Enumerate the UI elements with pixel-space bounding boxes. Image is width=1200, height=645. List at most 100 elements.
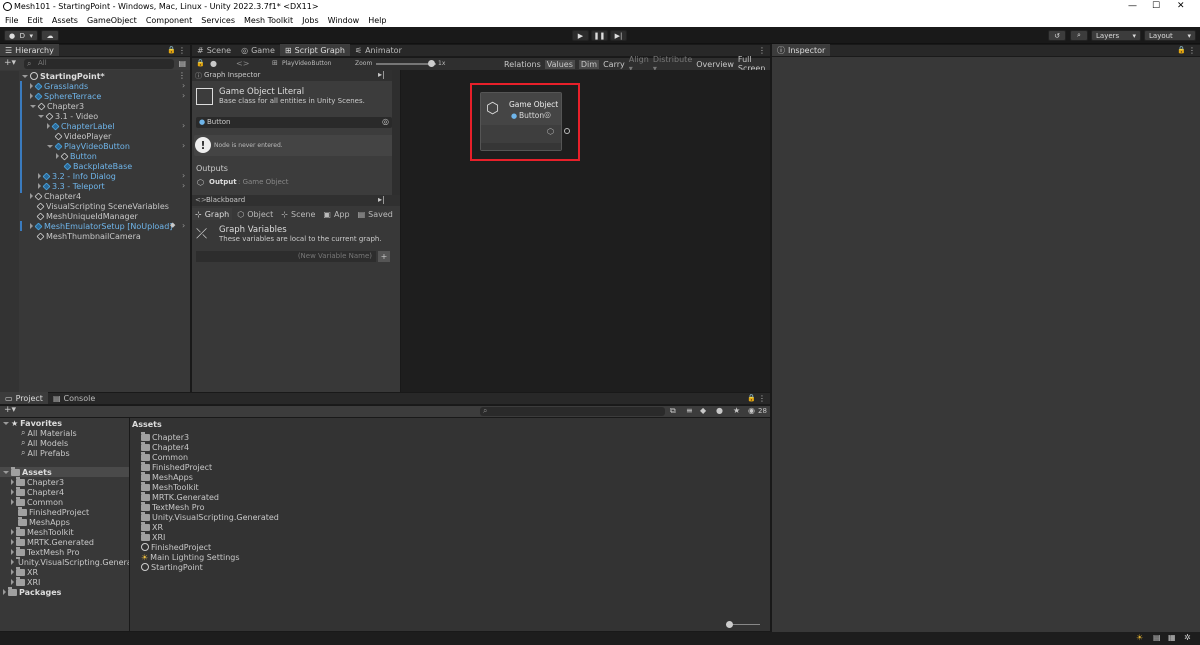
tree-row-backplatebase[interactable]: BackplateBase (63, 161, 132, 171)
cloud-button[interactable]: ☁ (41, 30, 59, 41)
object-picker-icon[interactable]: ◎ (544, 110, 551, 119)
close-button[interactable]: ✕ (1177, 1, 1185, 11)
kebab-menu-icon[interactable]: ⋮ (178, 71, 186, 80)
tree-row-startingpoint[interactable]: StartingPoint* (22, 71, 105, 81)
tree-row-chapterlabel[interactable]: ChapterLabel (47, 121, 115, 131)
chevron-right-icon[interactable]: › (182, 181, 185, 190)
add-variable-button[interactable]: + (378, 251, 390, 262)
dim-button[interactable]: Dim (578, 59, 600, 69)
expand-icon[interactable] (22, 74, 28, 78)
tree-folder[interactable]: MeshToolkit (11, 526, 74, 537)
tree-folder[interactable]: FinishedProject (18, 506, 89, 517)
cache-server-icon[interactable]: ▤ (1153, 633, 1161, 642)
graph-node-game-object[interactable]: ⬡ Game Object ● Button ◎ ⬡ (480, 92, 562, 151)
asset-file[interactable]: StartingPoint (141, 562, 203, 572)
expand-icon[interactable] (38, 173, 41, 179)
expand-icon[interactable] (30, 83, 33, 89)
expand-icon[interactable] (11, 479, 14, 485)
menu-jobs[interactable]: Jobs (302, 16, 319, 25)
tree-folder[interactable]: Chapter3 (11, 476, 64, 487)
tag-icon[interactable]: ◆ (700, 406, 706, 415)
expand-icon[interactable] (11, 579, 14, 585)
favorites-row[interactable]: ★ Favorites (3, 418, 62, 428)
tree-row-3-3-teleport[interactable]: 3.3 - Teleport (38, 181, 105, 191)
tab-project[interactable]: ▭ Project (0, 392, 48, 404)
asset-file[interactable]: ☀ Main Lighting Settings (141, 552, 240, 562)
overview-button[interactable]: Overview (696, 60, 734, 69)
dock-icon[interactable]: ▸| (378, 70, 385, 79)
minimize-button[interactable]: — (1128, 1, 1137, 11)
asset-folder[interactable]: MRTK.Generated (141, 491, 219, 502)
tree-folder[interactable]: MRTK.Generated (11, 536, 94, 547)
tree-row-videoplayer[interactable]: VideoPlayer (54, 131, 111, 141)
tab-scene[interactable]: # Scene (192, 44, 236, 56)
expand-icon[interactable] (38, 183, 41, 189)
asset-folder[interactable]: Chapter4 (141, 441, 189, 452)
add-icon[interactable]: +▾ (4, 58, 16, 68)
tree-row-3-1-video[interactable]: 3.1 - Video (38, 111, 98, 121)
chevron-right-icon[interactable]: › (182, 121, 185, 130)
zoom-slider-handle[interactable] (428, 60, 436, 67)
favorite-item[interactable]: ⌕ All Models (21, 438, 68, 448)
layout-dropdown[interactable]: Layout ▾ (1144, 30, 1196, 41)
pause-button[interactable]: ❚❚ (591, 30, 608, 41)
tree-row-playvideobutton[interactable]: PlayVideoButton (47, 141, 130, 151)
expand-icon[interactable] (3, 589, 6, 595)
menu-assets[interactable]: Assets (52, 16, 78, 25)
project-search-input[interactable]: ⌕ (480, 406, 665, 416)
new-variable-name-input[interactable]: (New Variable Name) (196, 251, 376, 262)
dock-icon[interactable]: ▸| (378, 195, 385, 204)
tree-folder[interactable]: MeshApps (18, 516, 70, 527)
expand-icon[interactable] (11, 569, 14, 575)
favorite-item[interactable]: ⌕ All Materials (21, 428, 77, 438)
favorite-item[interactable]: ⌕ All Prefabs (21, 448, 70, 458)
tab-graph[interactable]: ⊹ Graph (192, 208, 233, 220)
menu-file[interactable]: File (5, 16, 18, 25)
expand-icon[interactable] (3, 470, 9, 474)
asset-folder[interactable]: Common (141, 451, 188, 462)
step-button[interactable]: ▶| (610, 30, 627, 41)
tree-folder[interactable]: XRI (11, 576, 40, 587)
asset-folder[interactable]: Unity.VisualScripting.Generated (141, 511, 279, 522)
tree-row-meshuniqueidmanager[interactable]: MeshUniqueIdManager (36, 211, 138, 221)
expand-icon[interactable] (30, 93, 33, 99)
asset-folder[interactable]: XR (141, 521, 163, 532)
expand-icon[interactable] (11, 559, 14, 565)
tab-scene-vars[interactable]: ⊹ Scene (278, 208, 318, 220)
filter-icon[interactable]: ▤ (178, 59, 186, 68)
history-button[interactable]: ↺ (1048, 30, 1066, 41)
asset-folder[interactable]: MeshApps (141, 471, 193, 482)
tab-script-graph[interactable]: ⊞ Script Graph (279, 44, 350, 56)
debug-icon[interactable]: ✲ (1184, 633, 1191, 642)
expand-icon[interactable] (38, 114, 44, 118)
search-by-type-icon[interactable]: ⧉ (670, 406, 676, 416)
chevron-right-icon[interactable]: › (182, 81, 185, 90)
asset-folder[interactable]: Chapter3 (141, 431, 189, 442)
tab-console[interactable]: ▤ Console (48, 392, 100, 404)
lighting-icon[interactable]: ☀ (1136, 633, 1143, 642)
asset-folder[interactable]: TextMesh Pro (141, 501, 204, 512)
packages-row[interactable]: Packages (3, 586, 61, 597)
graph-canvas[interactable]: ⬡ Game Object ● Button ◎ ⬡ (401, 70, 770, 392)
output-port[interactable] (564, 128, 570, 134)
zoom-slider[interactable] (376, 63, 436, 65)
asset-folder[interactable]: FinishedProject (141, 461, 212, 472)
object-picker-icon[interactable]: ◎ (382, 117, 389, 126)
expand-icon[interactable] (3, 421, 9, 425)
play-button[interactable]: ▶ (572, 30, 589, 41)
chevron-right-icon[interactable]: › (182, 171, 185, 180)
lock-icon[interactable]: 🔒 (167, 46, 176, 54)
chevron-right-icon[interactable]: › (182, 141, 185, 150)
tree-folder[interactable]: XR (11, 566, 38, 577)
menu-mesh-toolkit[interactable]: Mesh Toolkit (244, 16, 293, 25)
menu-help[interactable]: Help (368, 16, 386, 25)
account-dropdown[interactable]: ● D ▾ (4, 30, 38, 41)
kebab-menu-icon[interactable]: ⋮ (758, 46, 766, 55)
hidden-packages-icon[interactable]: ◉ (748, 406, 755, 415)
tree-row-meshthumbnailcamera[interactable]: MeshThumbnailCamera (36, 231, 141, 241)
search-button[interactable]: ⌕ (1070, 30, 1088, 41)
expand-icon[interactable] (11, 489, 14, 495)
expand-icon[interactable] (30, 223, 33, 229)
tree-folder[interactable]: TextMesh Pro (11, 546, 79, 557)
tree-row-button[interactable]: Button (56, 151, 97, 161)
